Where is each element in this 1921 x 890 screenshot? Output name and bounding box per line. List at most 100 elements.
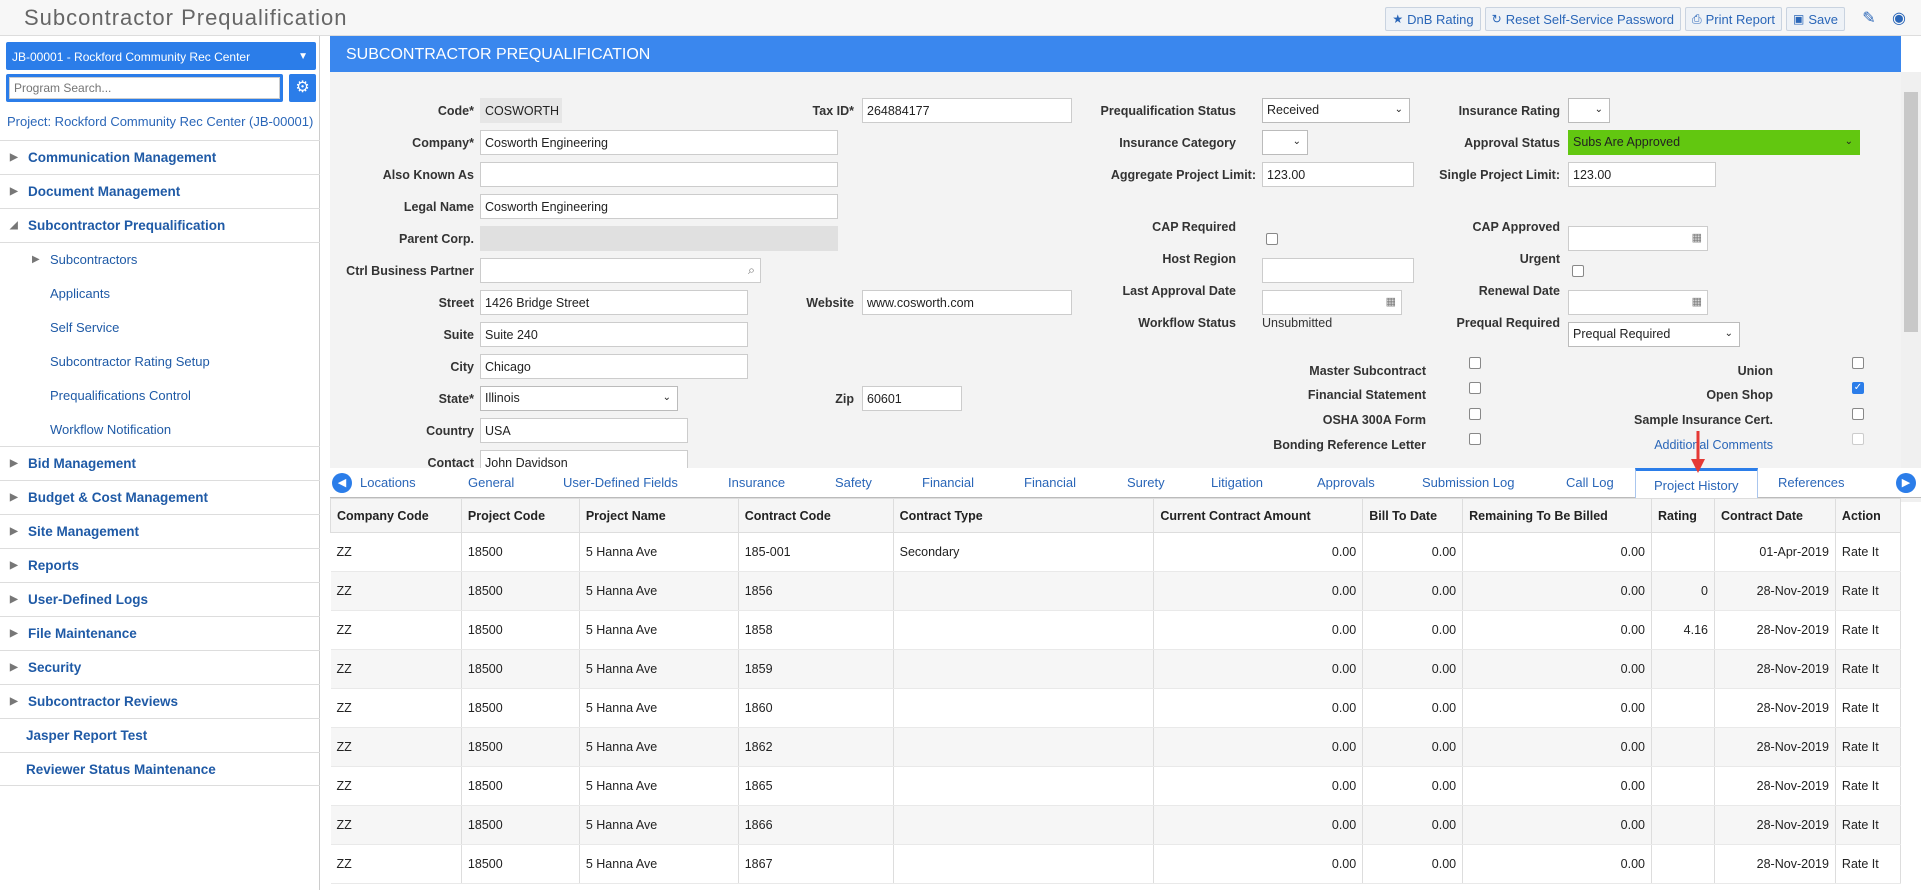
calendar-icon[interactable]: ▦ — [1692, 231, 1702, 244]
col-remaining[interactable]: Remaining To Be Billed — [1462, 498, 1653, 533]
cap-approved-field[interactable]: ▦ — [1568, 226, 1708, 251]
bonding-letter-checkbox[interactable] — [1469, 433, 1481, 445]
tab-surety[interactable]: Surety — [1127, 475, 1165, 490]
col-company-code[interactable]: Company Code — [330, 498, 462, 533]
code-field[interactable]: COSWORTH — [480, 98, 562, 123]
table-row[interactable]: ZZ 18500 5 Hanna Ave 1865 0.00 0.00 0.00 28-Nov… — [330, 766, 1901, 806]
cell-action[interactable]: Rate It — [1835, 766, 1901, 806]
table-row[interactable]: ZZ 18500 5 Hanna Ave 1859 0.00 0.00 0.00 28-Nov… — [330, 649, 1901, 689]
sidebar-item-security[interactable]: ▶ Security — [0, 650, 320, 684]
company-field[interactable]: Cosworth Engineering — [480, 130, 838, 155]
col-bill-to-date[interactable]: Bill To Date — [1362, 498, 1464, 533]
country-field[interactable]: USA — [480, 418, 688, 443]
suite-field[interactable]: Suite 240 — [480, 322, 748, 347]
tab-prev-icon[interactable]: ◀ — [332, 473, 352, 493]
zip-field[interactable]: 60601 — [862, 386, 962, 411]
tab-financial[interactable]: Financial — [922, 475, 974, 490]
sidebar-item-subcontractor-reviews[interactable]: ▶ Subcontractor Reviews — [0, 684, 320, 718]
tax-id-field[interactable]: 264884177 — [862, 98, 1072, 123]
col-contract-code[interactable]: Contract Code — [737, 498, 894, 533]
save-button[interactable]: ▣ Save — [1786, 7, 1845, 31]
col-contract-type[interactable]: Contract Type — [892, 498, 1155, 533]
master-subcontract-checkbox[interactable] — [1469, 357, 1481, 369]
financial-statement-checkbox[interactable] — [1469, 382, 1481, 394]
website-field[interactable]: www.cosworth.com — [862, 290, 1072, 315]
col-current-amount[interactable]: Current Contract Amount — [1153, 498, 1364, 533]
sidebar-item-jasper-report-test[interactable]: Jasper Report Test — [0, 718, 320, 752]
table-row[interactable]: ZZ 18500 5 Hanna Ave 1858 0.00 0.00 0.00 4.16 28… — [330, 610, 1901, 650]
sidebar-item-self-service[interactable]: Self Service — [0, 310, 320, 344]
tab-references[interactable]: References — [1778, 475, 1844, 490]
cell-action[interactable]: Rate It — [1835, 688, 1901, 728]
host-region-field[interactable] — [1262, 258, 1414, 283]
reset-password-button[interactable]: ↻ Reset Self-Service Password — [1484, 7, 1682, 31]
cell-action[interactable]: Rate It — [1835, 571, 1901, 611]
cell-action[interactable]: Rate It — [1835, 649, 1901, 689]
project-select[interactable]: JB-00001 - Rockford Community Rec Center… — [6, 42, 316, 70]
osha-form-checkbox[interactable] — [1469, 408, 1481, 420]
sidebar-item-reports[interactable]: ▶ Reports — [0, 548, 320, 582]
sidebar-item-document-management[interactable]: ▶ Document Management — [0, 174, 320, 208]
prequal-required-select[interactable]: Prequal Required ⌄ — [1568, 322, 1740, 347]
col-rating[interactable]: Rating — [1651, 498, 1715, 533]
city-field[interactable]: Chicago — [480, 354, 748, 379]
gear-icon[interactable]: ⚙ — [289, 74, 316, 102]
col-action[interactable]: Action — [1834, 498, 1901, 533]
sidebar-item-bid-management[interactable]: ▶ Bid Management — [0, 446, 320, 480]
aggregate-limit-field[interactable]: 123.00 — [1262, 162, 1414, 187]
table-row[interactable]: ZZ 18500 5 Hanna Ave 1867 0.00 0.00 0.00 28-Nov… — [330, 844, 1901, 884]
single-limit-field[interactable]: 123.00 — [1568, 162, 1716, 187]
additional-comments-checkbox[interactable] — [1852, 433, 1864, 445]
prequal-status-select[interactable]: Received ⌄ — [1262, 98, 1410, 123]
insurance-category-select[interactable]: ⌄ — [1262, 130, 1308, 155]
table-row[interactable]: ZZ 18500 5 Hanna Ave 1866 0.00 0.00 0.00 28-Nov… — [330, 805, 1901, 845]
table-row[interactable]: ZZ 18500 5 Hanna Ave 1862 0.00 0.00 0.00 28-Nov… — [330, 727, 1901, 767]
tab-call-log[interactable]: Call Log — [1566, 475, 1614, 490]
dnb-rating-button[interactable]: ★ DnB Rating — [1385, 7, 1481, 31]
calendar-icon[interactable]: ▦ — [1386, 295, 1396, 308]
tab-safety[interactable]: Safety — [835, 475, 872, 490]
sample-insurance-checkbox[interactable] — [1852, 408, 1864, 420]
table-row[interactable]: ZZ 18500 5 Hanna Ave 1856 0.00 0.00 0.00 0 28-No… — [330, 571, 1901, 611]
sidebar-item-workflow-notification[interactable]: Workflow Notification — [0, 412, 320, 446]
tab-locations[interactable]: Locations — [360, 475, 416, 490]
program-search-input[interactable] — [9, 77, 280, 99]
cell-action[interactable]: Rate It — [1835, 844, 1901, 884]
urgent-checkbox[interactable] — [1572, 265, 1584, 277]
calendar-icon[interactable]: ▦ — [1692, 295, 1702, 308]
cell-action[interactable]: Rate It — [1835, 727, 1901, 767]
tab-general[interactable]: General — [468, 475, 514, 490]
table-row[interactable]: ZZ 18500 5 Hanna Ave 1860 0.00 0.00 0.00 28-Nov… — [330, 688, 1901, 728]
print-report-button[interactable]: ⎙ Print Report — [1685, 7, 1783, 31]
renewal-date-field[interactable]: ▦ — [1568, 290, 1708, 315]
last-approval-date-field[interactable]: ▦ — [1262, 290, 1402, 315]
legal-name-field[interactable]: Cosworth Engineering — [480, 194, 838, 219]
sidebar-item-communication-management[interactable]: ▶ Communication Management — [0, 140, 320, 174]
col-contract-date[interactable]: Contract Date — [1714, 498, 1836, 533]
sidebar-item-file-maintenance[interactable]: ▶ File Maintenance — [0, 616, 320, 650]
sidebar-item-user-defined-logs[interactable]: ▶ User-Defined Logs — [0, 582, 320, 616]
tab-financial-2[interactable]: Financial — [1024, 475, 1076, 490]
table-row[interactable]: ZZ 18500 5 Hanna Ave 185-001 Secondary 0.00 0.… — [330, 532, 1901, 572]
tab-approvals[interactable]: Approvals — [1317, 475, 1375, 490]
project-label[interactable]: Project: Rockford Community Rec Center (… — [7, 114, 313, 129]
approval-status-select[interactable]: Subs Are Approved ⌄ — [1568, 130, 1860, 155]
tab-user-defined-fields[interactable]: User-Defined Fields — [563, 475, 678, 490]
col-project-name[interactable]: Project Name — [578, 498, 739, 533]
open-shop-checkbox[interactable]: ✓ — [1852, 382, 1864, 394]
tab-submission-log[interactable]: Submission Log — [1422, 475, 1515, 490]
tab-next-icon[interactable]: ▶ — [1896, 473, 1916, 493]
union-checkbox[interactable] — [1852, 357, 1864, 369]
sidebar-item-site-management[interactable]: ▶ Site Management — [0, 514, 320, 548]
state-select[interactable]: Illinois ⌄ — [480, 386, 678, 411]
sidebar-item-reviewer-status[interactable]: Reviewer Status Maintenance — [0, 752, 320, 786]
sidebar-item-subcontractor-prequalification[interactable]: ◢ Subcontractor Prequalification — [0, 208, 320, 242]
edit-icon[interactable]: ✎ — [1858, 8, 1880, 30]
ctrl-bp-field[interactable]: ⌕ — [480, 258, 761, 283]
search-icon[interactable]: ⌕ — [748, 263, 755, 278]
insurance-rating-select[interactable]: ⌄ — [1568, 98, 1610, 123]
sidebar-item-applicants[interactable]: Applicants — [0, 276, 320, 310]
cell-action[interactable]: Rate It — [1835, 532, 1901, 572]
col-project-code[interactable]: Project Code — [460, 498, 580, 533]
cap-required-checkbox[interactable] — [1266, 233, 1278, 245]
